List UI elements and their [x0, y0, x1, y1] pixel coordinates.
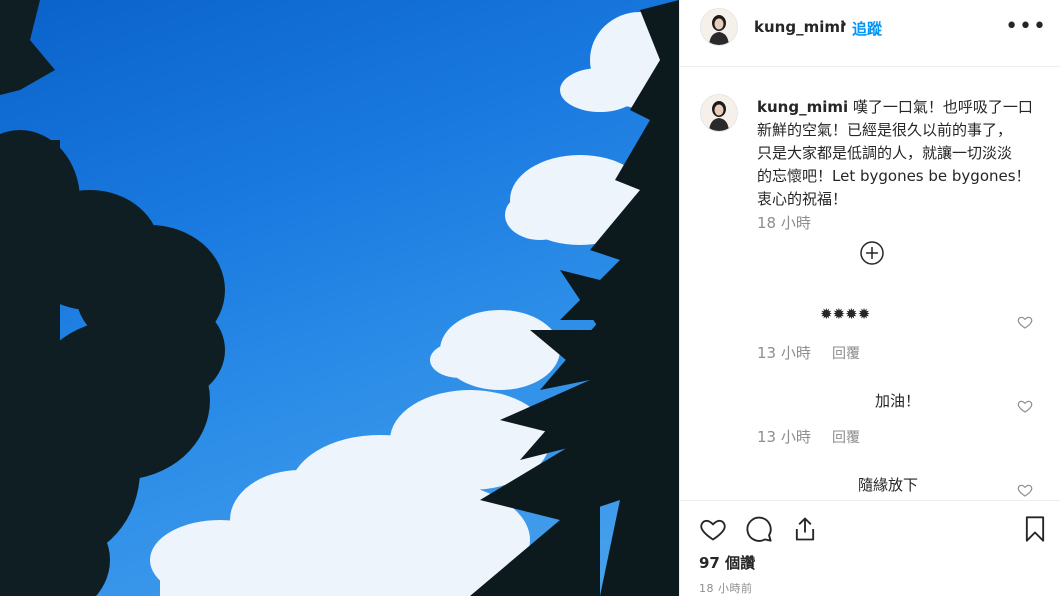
comment-like-icon[interactable]: [1017, 482, 1033, 498]
caption-avatar[interactable]: [700, 94, 738, 132]
comment-meta-1: 13 小時 回覆: [757, 342, 860, 363]
caption-username[interactable]: kung_mimi: [757, 98, 848, 116]
post-details-panel: kung_mimi • 追蹤 ••• kung_mimi 嘆了一口氣！也呼吸了一…: [679, 0, 1060, 597]
reply-button-2[interactable]: 回覆: [832, 430, 860, 446]
avatar-image: [701, 9, 737, 45]
caption-time: 18 小時: [757, 214, 811, 232]
comment-text-1: ✹✹✹✹: [820, 305, 871, 323]
comment-time-1: 13 小時: [757, 344, 811, 362]
caption-line-2: 新鮮的空氣！已經是很久以前的事了，: [757, 121, 1013, 139]
comment-time-2: 13 小時: [757, 428, 811, 446]
header-username[interactable]: kung_mimi: [754, 18, 845, 36]
caption-line-1: 嘆了一口氣！也呼吸了一口: [852, 98, 1033, 116]
comment-meta-2: 13 小時 回覆: [757, 426, 860, 447]
post-photo[interactable]: [0, 0, 679, 596]
post-timestamp: 18 小時前: [699, 582, 753, 595]
comment-text-3: 隨緣放下: [858, 476, 919, 494]
comment-text-2: 加油！: [875, 392, 921, 410]
more-icon[interactable]: •••: [1005, 14, 1047, 39]
caption: kung_mimi 嘆了一口氣！也呼吸了一口 新鮮的空氣！已經是很久以前的事了，…: [757, 96, 1037, 211]
like-count[interactable]: 97 個讚: [699, 552, 755, 573]
caption-line-4: 的忘懷吧！Let bygones be bygones！: [757, 167, 1031, 185]
avatar[interactable]: [700, 8, 738, 46]
avatar-image: [701, 95, 737, 131]
sky-trees-clouds-image: [0, 0, 679, 596]
reply-button-1[interactable]: 回覆: [832, 346, 860, 362]
header-separator: •: [840, 18, 848, 33]
post-header: kung_mimi • 追蹤 •••: [680, 0, 1060, 67]
comment-like-icon[interactable]: [1017, 398, 1033, 414]
save-icon[interactable]: [1021, 515, 1049, 543]
like-icon[interactable]: [699, 515, 727, 543]
caption-line-3: 只是大家都是低調的人，就讓一切淡淡: [757, 144, 1013, 162]
comment-like-icon[interactable]: [1017, 314, 1033, 330]
caption-line-5: 衷心的祝福！: [757, 190, 848, 208]
comment-icon[interactable]: [745, 515, 773, 543]
follow-button[interactable]: 追蹤: [852, 18, 882, 39]
share-icon[interactable]: [791, 515, 819, 543]
load-more-icon[interactable]: [860, 241, 884, 265]
